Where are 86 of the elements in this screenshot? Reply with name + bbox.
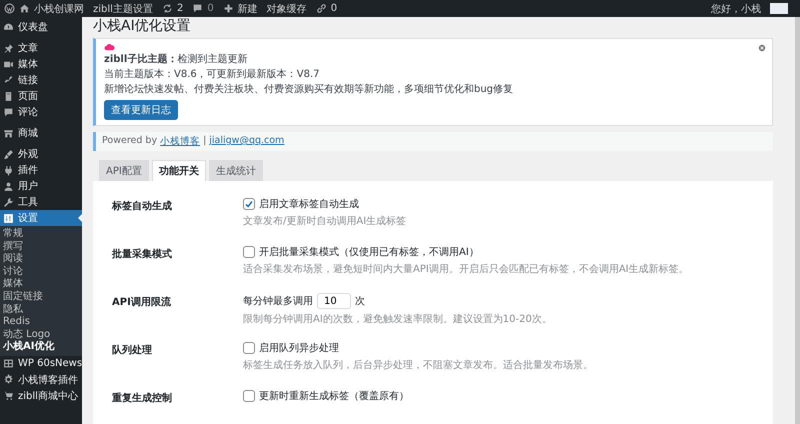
tab[interactable]: 功能开关 — [152, 160, 206, 181]
plug-icon — [3, 164, 14, 176]
refresh-icon — [162, 3, 173, 14]
links-count[interactable]: 0 — [330, 3, 338, 14]
checkbox[interactable] — [243, 342, 255, 354]
checkbox[interactable] — [243, 246, 255, 258]
updates-count[interactable]: 2 — [176, 3, 184, 14]
wrench-icon — [3, 196, 14, 208]
storefront-icon — [3, 128, 14, 138]
scrollbar[interactable] — [795, 17, 800, 424]
menu-item[interactable]: 链接 — [0, 72, 82, 88]
brush-icon — [3, 148, 14, 160]
field-prefix: 每分钟最多调用 — [243, 294, 313, 308]
menu-item[interactable]: 媒体 — [0, 56, 82, 72]
submenu-item[interactable]: 隐私 — [0, 304, 82, 316]
setting-description: 适合采集发布场景，避免短时间内大量API调用。开启后只会匹配已有标签，不会调用AI生成新标签。 — [243, 262, 690, 276]
home-icon — [19, 3, 30, 14]
user-icon — [3, 180, 14, 192]
setting-label: 批量采集模式 — [112, 248, 173, 262]
submenu-item[interactable]: 撰写 — [0, 240, 82, 254]
menu-item[interactable]: 工具 — [0, 194, 82, 210]
submenu-item[interactable]: 小栈AI优化 — [0, 341, 82, 354]
object-cache-link[interactable]: 对象缓存 — [266, 2, 307, 16]
powered-by-text: Powered by — [102, 135, 158, 148]
page-icon — [3, 90, 14, 102]
circle-logo-icon[interactable] — [4, 3, 15, 14]
separator-text: | — [203, 135, 206, 148]
submenu-item[interactable]: 固定链接 — [0, 290, 82, 304]
submenu-item[interactable]: 动态 Logo — [0, 328, 82, 342]
tab[interactable]: 生成统计 — [208, 160, 263, 181]
menu-item[interactable]: 评论 — [0, 104, 82, 120]
cart-icon — [3, 390, 14, 402]
checkbox[interactable] — [243, 390, 255, 402]
menu-item[interactable]: 仪表盘 — [0, 19, 82, 35]
pin-icon — [3, 42, 14, 54]
grid-icon — [3, 358, 14, 370]
field-unit: 次 — [355, 295, 365, 308]
version-text: 当前主题版本：V8.6，可更新到最新版本：V8.7 — [104, 69, 320, 81]
setting-description: 文章发布/更新时自动调用AI生成标签 — [243, 214, 408, 228]
menu-item[interactable]: 商城 — [0, 125, 82, 141]
submenu-item[interactable]: 媒体 — [0, 278, 82, 291]
menu-item[interactable]: 用户 — [0, 178, 82, 194]
menu-item[interactable]: 页面 — [0, 88, 82, 104]
sliders-icon — [3, 212, 14, 224]
submenu-item[interactable]: 讨论 — [0, 266, 82, 278]
setting-label: 标签自动生成 — [112, 200, 173, 214]
gauge-icon — [3, 22, 14, 32]
email-link[interactable]: jialigw@qq.com — [209, 135, 284, 148]
speech-bubble-icon — [192, 3, 204, 14]
menu-item[interactable]: WP 60sNews — [0, 356, 82, 372]
page-title: 小栈AI优化设置 — [93, 18, 192, 35]
submenu-item[interactable]: 阅读 — [0, 253, 82, 266]
checkbox-label: 更新时重新生成标签（覆盖原有） — [259, 390, 409, 403]
number-field[interactable]: 10 — [317, 293, 351, 309]
greeting-link[interactable]: 您好，小栈 — [711, 2, 761, 16]
submenu-item[interactable]: 常规 — [0, 228, 82, 241]
menu-item[interactable]: zibll商城中心 — [0, 388, 82, 404]
checkbox-label: 开启批量采集模式（仅使用已有标签，不调用AI） — [259, 246, 479, 259]
notice-heading: zibll子比主题：检测到主题更新 — [104, 54, 248, 66]
close-icon[interactable] — [758, 44, 766, 52]
setting-description: 标签生成任务放入队列，后台异步处理，不阻塞文章发布。适合批量发布场景。 — [243, 358, 594, 372]
checkbox-label: 启用队列异步处理 — [259, 342, 339, 355]
changes-text: 新增论坛快速发帖、付费关注板块、付费资源购买有效期等新功能，多项细节优化和bug修复 — [104, 84, 514, 96]
submenu-item[interactable]: Redis — [0, 316, 82, 329]
site-name-link[interactable]: 小栈创课网 — [34, 2, 84, 16]
setting-label: 重复生成控制 — [112, 392, 173, 406]
checkbox[interactable] — [243, 198, 255, 210]
checkbox-label: 启用文章标签自动生成 — [259, 198, 359, 211]
theme-settings-link[interactable]: zibll主题设置 — [93, 2, 153, 16]
cloud-icon — [104, 43, 115, 51]
setting-description: 限制每分钟调用AI的次数，避免触发速率限制。建议设置为10-20次。 — [243, 312, 553, 326]
comments-count[interactable]: 0 — [207, 3, 214, 14]
menu-item[interactable]: 插件 — [0, 162, 82, 178]
menu-item[interactable]: 外观 — [0, 146, 82, 162]
menu-item[interactable]: 文章 — [0, 40, 82, 56]
tab[interactable]: API配置 — [99, 160, 149, 181]
menu-item[interactable]: 小栈博客插件 — [0, 372, 82, 388]
speech-bubble-icon — [3, 106, 14, 118]
menu-item[interactable]: 设置 — [0, 210, 82, 226]
plus-icon — [222, 3, 234, 14]
new-link[interactable]: 新建 — [238, 2, 258, 16]
setting-label: API调用限流 — [112, 295, 172, 310]
setting-label: 队列处理 — [112, 344, 153, 358]
gear-icon — [3, 374, 14, 386]
blog-link[interactable]: 小栈博客 — [160, 135, 200, 148]
changelog-button[interactable]: 查看更新日志 — [104, 100, 178, 120]
